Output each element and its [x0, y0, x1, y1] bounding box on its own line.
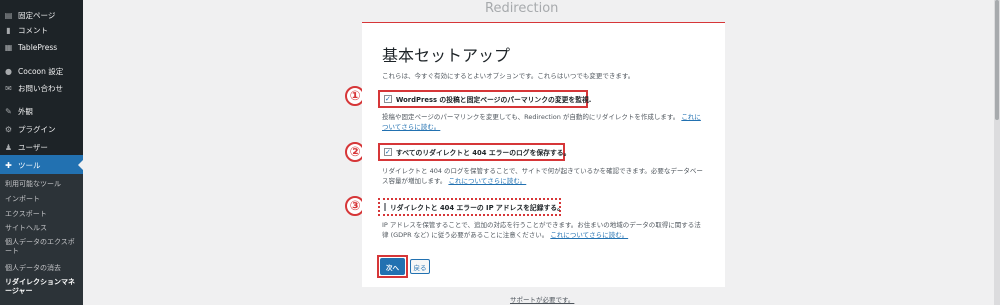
setup-intro: これらは、今すぐ有効にするとよいオプションです。これらはいつでも変更できます。	[382, 72, 635, 80]
sidebar-item-brush[interactable]: ✎ 外観	[0, 101, 83, 121]
sidebar-item-label: TablePress	[18, 42, 58, 52]
user-icon: ♟	[4, 142, 13, 152]
sidebar-item-plugin[interactable]: ⚙ プラグイン	[0, 119, 83, 139]
scrollbar-thumb[interactable]	[995, 0, 999, 120]
brush-icon: ✎	[5, 106, 12, 116]
option-log-ip[interactable]: リダイレクトと 404 エラーの IP アドレスを記録する。	[378, 198, 564, 216]
sidebar-item-label: 固定ページ	[18, 10, 56, 20]
scrollbar[interactable]	[994, 0, 1000, 305]
submenu-item[interactable]: 個人データのエクスポート	[5, 238, 81, 256]
submenu-item[interactable]: エクスポート	[5, 210, 81, 219]
read-more-link[interactable]: これについてさらに読む。	[550, 231, 628, 239]
admin-sidebar: ▤ 固定ページ ▮ コメント ▦ TablePress ● Cocoon 設定 ✉ お問い合わせ ✎…	[0, 0, 83, 305]
sidebar-item-mail[interactable]: ✉ お問い合わせ	[0, 78, 83, 98]
submenu-item[interactable]: 個人データの消去	[5, 264, 81, 273]
submenu-item[interactable]: インポート	[5, 195, 81, 204]
page-title: Redirection	[485, 1, 559, 16]
sidebar-item-user[interactable]: ♟ ユーザー	[0, 137, 83, 157]
table-icon: ▦	[4, 42, 13, 52]
setup-card: 基本セットアップ これらは、今すぐ有効にするとよいオプションです。これらはいつで…	[362, 22, 725, 287]
read-more-link[interactable]: これについてさらに読む。	[448, 177, 526, 185]
option-monitor-permalinks[interactable]: ✓ WordPress の投稿と固定ページのパーマリンクの変更を監視.	[378, 90, 591, 108]
checkbox-log-redirects[interactable]: ✓	[384, 148, 392, 156]
comment-icon: ▮	[6, 25, 11, 35]
option-label: リダイレクトと 404 エラーの IP アドレスを記録する。	[390, 204, 564, 212]
option-label: WordPress の投稿と固定ページのパーマリンクの変更を監視.	[395, 96, 592, 104]
submenu-item[interactable]: サイトヘルス	[5, 224, 81, 233]
sidebar-item-label: Cocoon 設定	[18, 66, 64, 76]
sidebar-item-wrench[interactable]: ✚ ツール	[0, 155, 83, 175]
submenu-item[interactable]: リダイレクションマネージャー	[5, 278, 81, 296]
setup-title: 基本セットアップ	[382, 46, 511, 65]
option-description: IP アドレスを保管することで、追加の対応を行うことができます。お住まいの地域の…	[382, 221, 701, 239]
back-button[interactable]: 戻る	[410, 259, 430, 274]
plugin-icon: ⚙	[4, 124, 13, 134]
option-description: リダイレクトと 404 のログを保管することで、サイトで何が起きているかを確認で…	[382, 167, 703, 185]
checkbox-log-ip[interactable]	[384, 203, 386, 211]
sidebar-item-label: ツール	[18, 160, 41, 170]
sidebar-item-table[interactable]: ▦ TablePress	[0, 37, 83, 57]
cocoon-icon: ●	[5, 66, 12, 76]
option-log-redirects[interactable]: ✓ すべてのリダイレクトと 404 エラーのログを保存する。	[378, 143, 570, 161]
support-link[interactable]: サポートが必要です。	[510, 294, 574, 304]
sidebar-item-label: コメント	[18, 25, 48, 35]
submenu-item[interactable]: 利用可能なツール	[5, 180, 81, 189]
wrench-icon: ✚	[5, 160, 12, 170]
checkbox-monitor-permalinks[interactable]: ✓	[384, 95, 392, 103]
next-button[interactable]: 次へ	[380, 258, 405, 275]
tools-submenu: 利用可能なツール インポートエクスポート サイトヘルス個人データのエクスポート個人デ…	[0, 174, 83, 305]
sidebar-item-label: ユーザー	[18, 142, 48, 152]
sidebar-item-label: プラグイン	[18, 124, 56, 134]
sidebar-item-label: お問い合わせ	[18, 83, 63, 93]
sidebar-item-label: 外観	[18, 106, 33, 116]
option-description: 投稿や固定ページのパーマリンクを変更しても、Redirection が自動的にリ…	[382, 113, 701, 131]
option-label: すべてのリダイレクトと 404 エラーのログを保存する。	[395, 149, 571, 157]
page-icon: ▤	[4, 10, 13, 20]
mail-icon: ✉	[5, 83, 12, 93]
